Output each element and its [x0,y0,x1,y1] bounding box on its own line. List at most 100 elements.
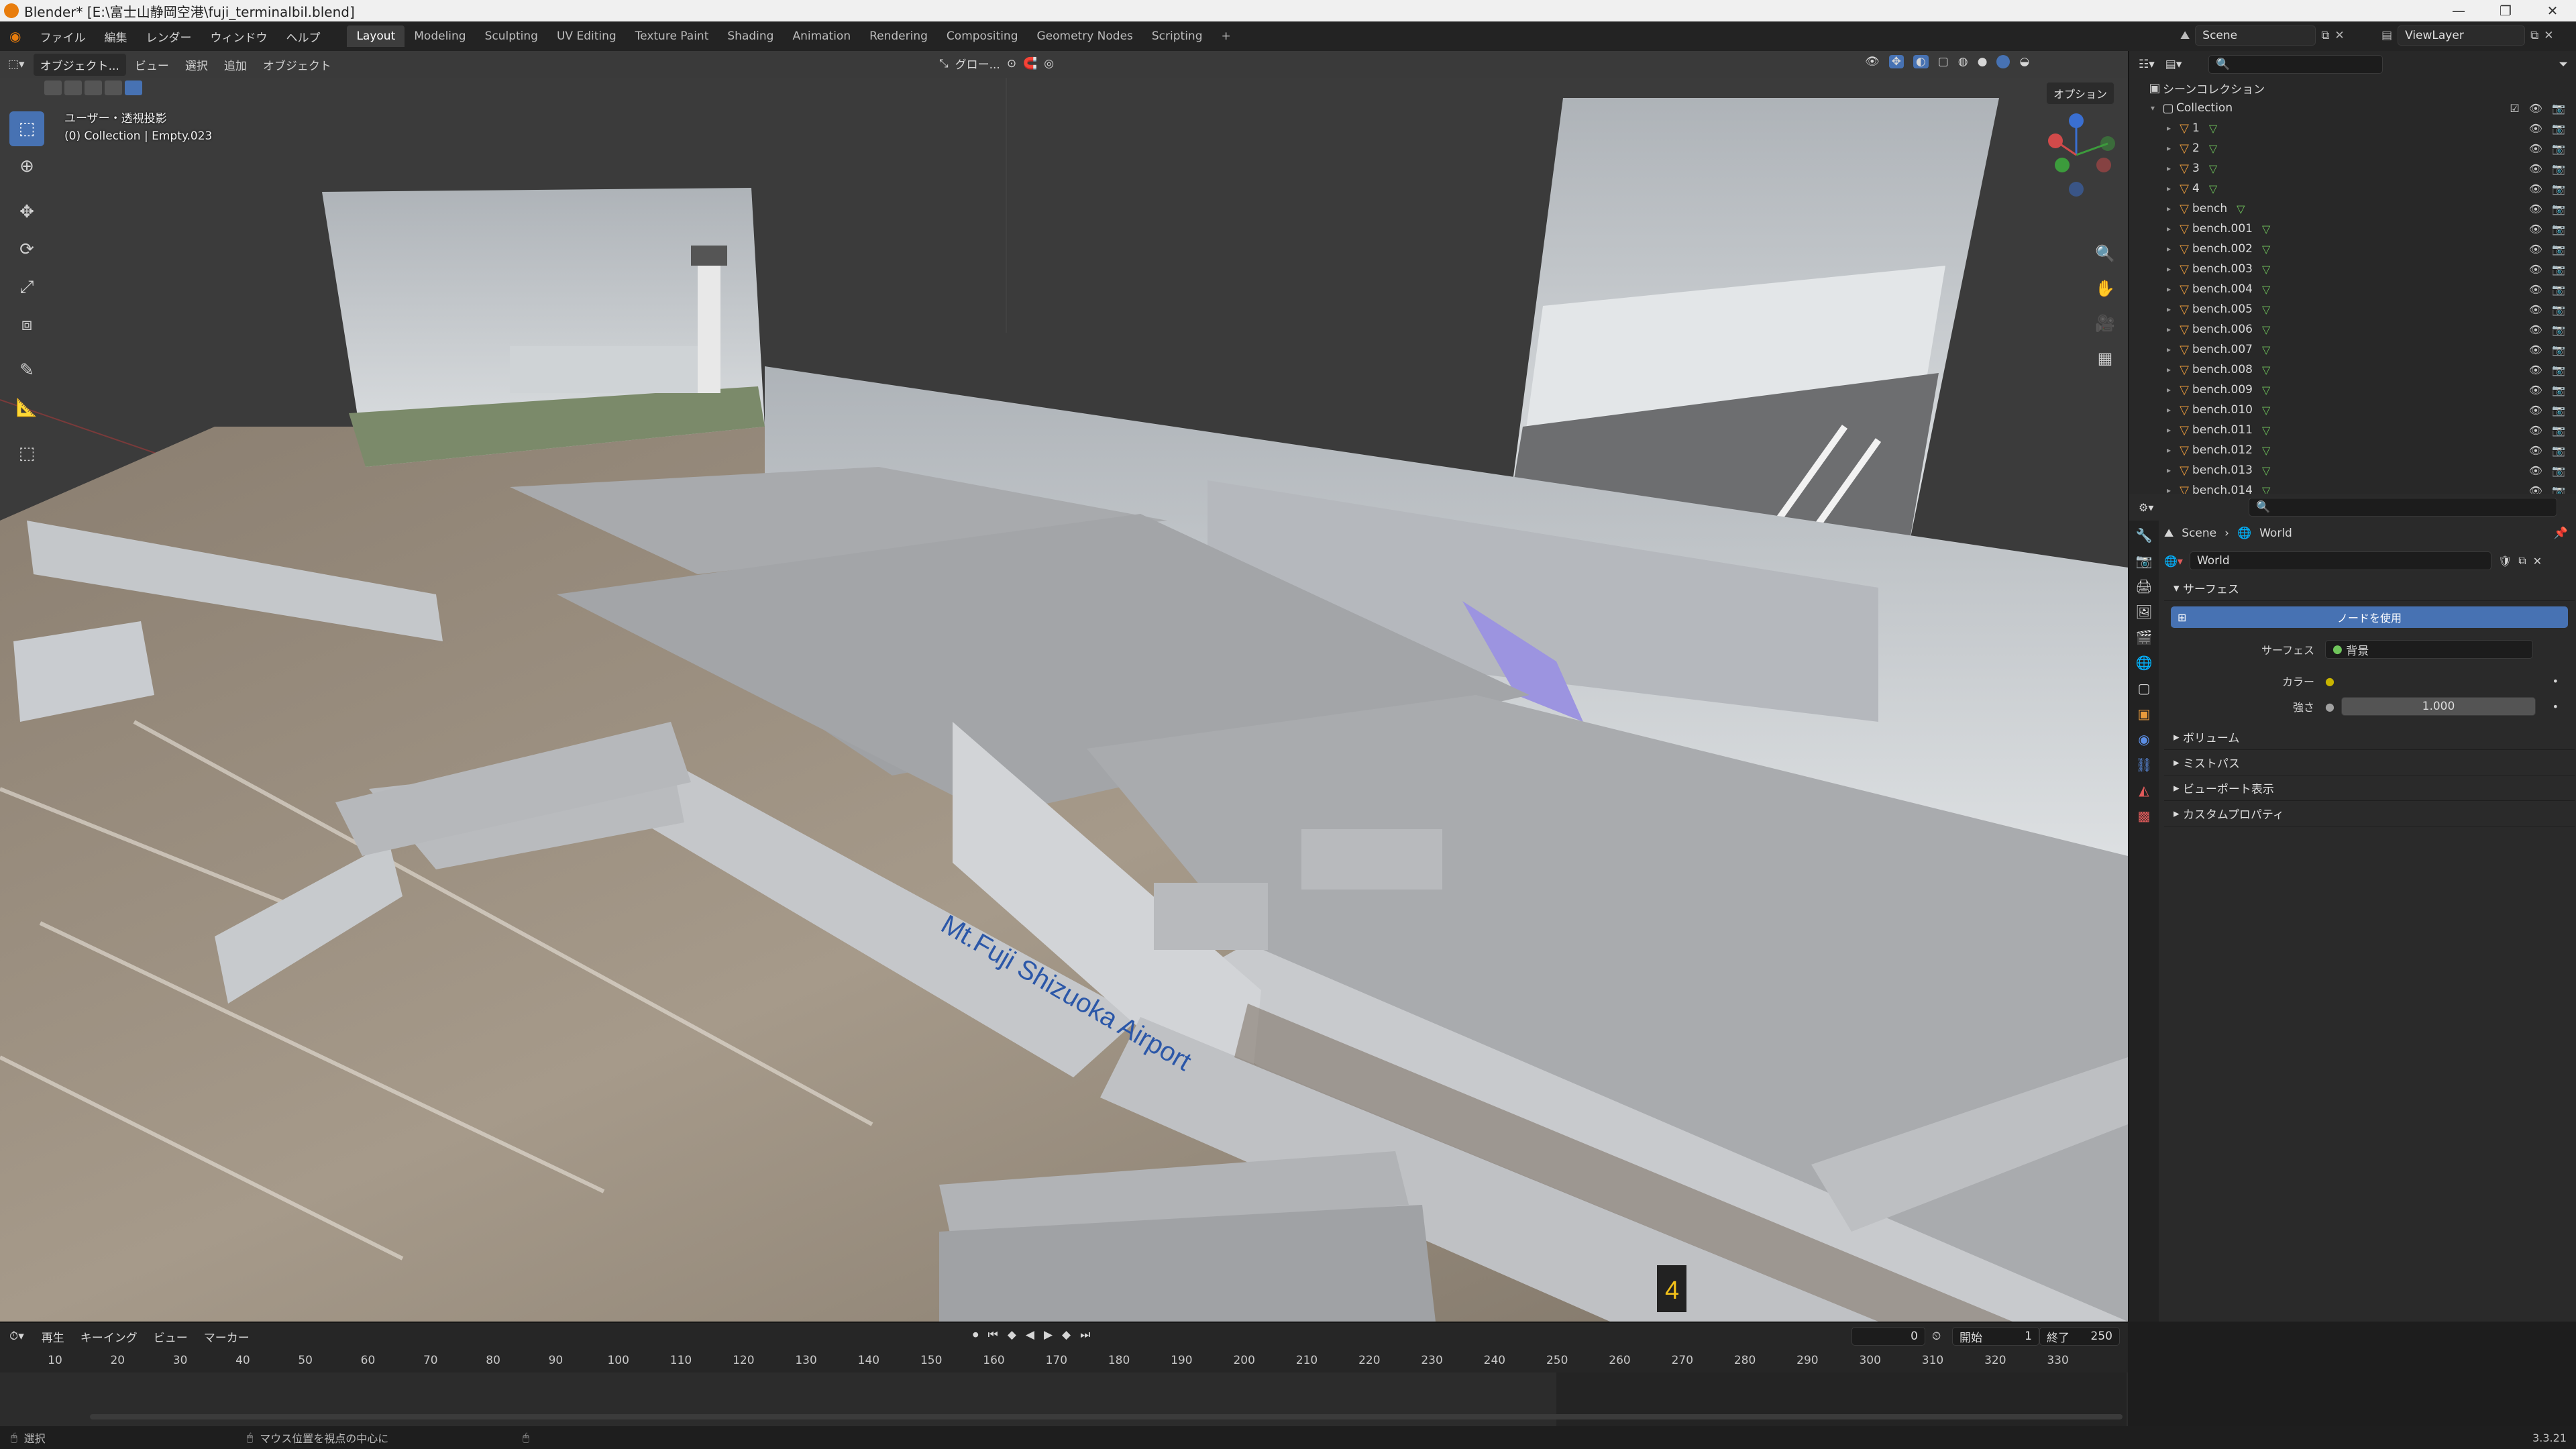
outliner-item[interactable]: ▸ ▽ bench.001 ▽ 👁 📷 [2147,219,2576,239]
camera-icon[interactable]: 📷 [2552,384,2565,396]
annotate-tool[interactable]: ✎ [9,353,44,388]
physics-tab-icon[interactable]: ◉ [2138,731,2149,747]
pan-hand-icon[interactable]: ✋ [2088,271,2123,306]
eye-icon[interactable]: 👁 [2529,364,2542,376]
mesh-data-icon[interactable]: ▽ [2262,303,2270,316]
mesh-data-icon[interactable]: ▽ [2262,323,2270,336]
eye-icon[interactable]: 👁 [2529,323,2542,336]
mesh-data-icon[interactable]: ▽ [2262,364,2270,376]
expand-item-icon[interactable]: ▸ [2167,123,2176,133]
add-cube-tool[interactable]: ⬚ [9,436,44,471]
camera-icon[interactable]: 📷 [2552,464,2565,477]
options-dropdown[interactable]: オプション [2046,82,2115,105]
navigation-gizmo[interactable] [2033,111,2120,199]
eye-icon[interactable]: 👁 [2529,384,2542,396]
outliner-item[interactable]: ▸ ▽ bench.007 ▽ 👁 📷 [2147,339,2576,360]
cursor-tool[interactable]: ⊕ [9,149,44,184]
camera-icon[interactable]: 📷 [2552,364,2565,376]
minimize-button[interactable]: — [2435,0,2482,21]
outliner-item[interactable]: ▸ ▽ bench ▽ 👁 📷 [2147,199,2576,219]
wireframe-shading-icon[interactable]: ◍ [1958,55,1968,68]
menu-playback[interactable]: 再生 [34,1328,72,1345]
select-extend-icon[interactable] [64,80,82,95]
unlink-world-icon[interactable]: ✕ [2533,555,2542,568]
camera-icon[interactable]: 📷 [2552,343,2565,356]
outliner-item[interactable]: ▸ ▽ 2 ▽ 👁 📷 [2147,138,2576,158]
tab-compositing[interactable]: Compositing [937,25,1028,47]
expand-item-icon[interactable]: ▸ [2167,264,2176,274]
expand-item-icon[interactable]: ▸ [2167,224,2176,233]
solid-shading-icon[interactable]: ● [1978,55,1988,68]
perspective-grid-icon[interactable]: ▦ [2088,341,2123,376]
tab-uv-editing[interactable]: UV Editing [547,25,626,47]
outliner-item[interactable]: ▸ ▽ 4 ▽ 👁 📷 [2147,178,2576,199]
select-intersect-icon[interactable] [125,80,142,95]
display-mode-icon[interactable]: ▤▾ [2165,58,2182,71]
expand-item-icon[interactable]: ▸ [2167,466,2176,475]
new-world-icon[interactable]: ⧉ [2518,554,2526,568]
new-viewlayer-icon[interactable]: ⧉ [2530,29,2538,42]
select-new-icon[interactable] [44,80,62,95]
mesh-data-icon[interactable]: ▽ [2262,223,2270,235]
camera-icon[interactable]: 📷 [2552,102,2565,115]
expand-item-icon[interactable]: ▸ [2167,184,2176,193]
mesh-data-icon[interactable]: ▽ [2262,384,2270,396]
select-invert-icon[interactable] [105,80,122,95]
color-keyframe-icon[interactable]: • [2553,675,2559,688]
outliner-item[interactable]: ▸ ▽ bench.006 ▽ 👁 📷 [2147,319,2576,339]
mesh-data-icon[interactable]: ▽ [2209,162,2217,175]
outliner-item[interactable]: ▸ ▽ bench.003 ▽ 👁 📷 [2147,259,2576,279]
rotate-tool[interactable]: ⟳ [9,232,44,267]
mesh-data-icon[interactable]: ▽ [2209,122,2217,135]
start-frame-field[interactable]: 開始 1 [1952,1327,2039,1346]
collapsed-panel-header[interactable]: ▸ ビューポート表示 [2164,775,2575,801]
blender-menu-icon[interactable]: ◉ [0,28,30,44]
play-reverse-icon[interactable]: ◀ [1026,1328,1034,1342]
tab-shading[interactable]: Shading [718,25,783,47]
world-name-field[interactable]: World [2189,551,2491,570]
expand-item-icon[interactable]: ▸ [2167,405,2176,415]
transform-orientation-dropdown[interactable]: グロー... [955,55,1000,72]
mesh-data-icon[interactable]: ▽ [2262,343,2270,356]
menu-add[interactable]: 追加 [216,56,255,73]
expand-item-icon[interactable]: ▸ [2167,345,2176,354]
camera-icon[interactable]: 📷 [2552,142,2565,155]
viewport-scene[interactable]: Mt.Fuji Shizuoka Airport 4 [0,51,2128,1322]
scene-selector[interactable]: ⛰ Scene ⧉ ✕ [2180,25,2345,46]
expand-item-icon[interactable]: ▸ [2167,305,2176,314]
camera-icon[interactable]: 📷 [2552,444,2565,457]
end-frame-field[interactable]: 終了 250 [2039,1327,2120,1346]
scene-field[interactable]: Scene [2195,25,2316,46]
outliner-item[interactable]: ▸ ▽ bench.002 ▽ 👁 📷 [2147,239,2576,259]
expand-item-icon[interactable]: ▸ [2167,365,2176,374]
eye-icon[interactable]: 👁 [2529,223,2542,235]
tab-animation[interactable]: Animation [783,25,860,47]
mesh-data-icon[interactable]: ▽ [2262,444,2270,457]
eye-icon[interactable]: 👁 [2529,122,2542,135]
expand-item-icon[interactable]: ▸ [2167,325,2176,334]
tab-texture-paint[interactable]: Texture Paint [626,25,718,47]
scene-tab-icon[interactable]: 🎬 [2136,629,2153,645]
collapsed-panel-header[interactable]: ▸ ミストパス [2164,750,2575,775]
tab-sculpting[interactable]: Sculpting [476,25,547,47]
zoom-icon[interactable]: 🔍 [2088,236,2123,271]
delete-viewlayer-icon[interactable]: ✕ [2544,29,2553,42]
snap-icon[interactable]: 🧲 [1023,57,1037,70]
frame-ruler[interactable]: 10 20 30 40 50 60 70 80 90 100 110 120 130 140 150 160 1… [0,1350,2128,1373]
menu-timeline-view[interactable]: ビュー [146,1328,196,1345]
select-box-tool[interactable]: ⬚ [9,111,44,146]
collection-row[interactable]: ▾ ▢ Collection ☑ 👁 📷 [2147,98,2576,118]
eye-icon[interactable]: 👁 [2529,343,2542,356]
camera-icon[interactable]: 📷 [2552,162,2565,175]
mesh-data-icon[interactable]: ▽ [2209,182,2217,195]
select-subtract-icon[interactable] [85,80,102,95]
clock-icon[interactable]: ⏲ [1932,1330,1941,1343]
mode-selector[interactable]: オブジェクト... [32,52,127,76]
checkbox-icon[interactable]: ☑ [2510,102,2519,115]
render-tab-icon[interactable]: 📷 [2136,553,2153,569]
eye-icon[interactable]: 👁 [2529,203,2542,215]
expand-item-icon[interactable]: ▸ [2167,445,2176,455]
camera-icon[interactable]: 📷 [2552,203,2565,215]
viewlayer-field[interactable]: ViewLayer [2398,25,2526,46]
current-frame-field[interactable]: 0 [1851,1327,1925,1346]
